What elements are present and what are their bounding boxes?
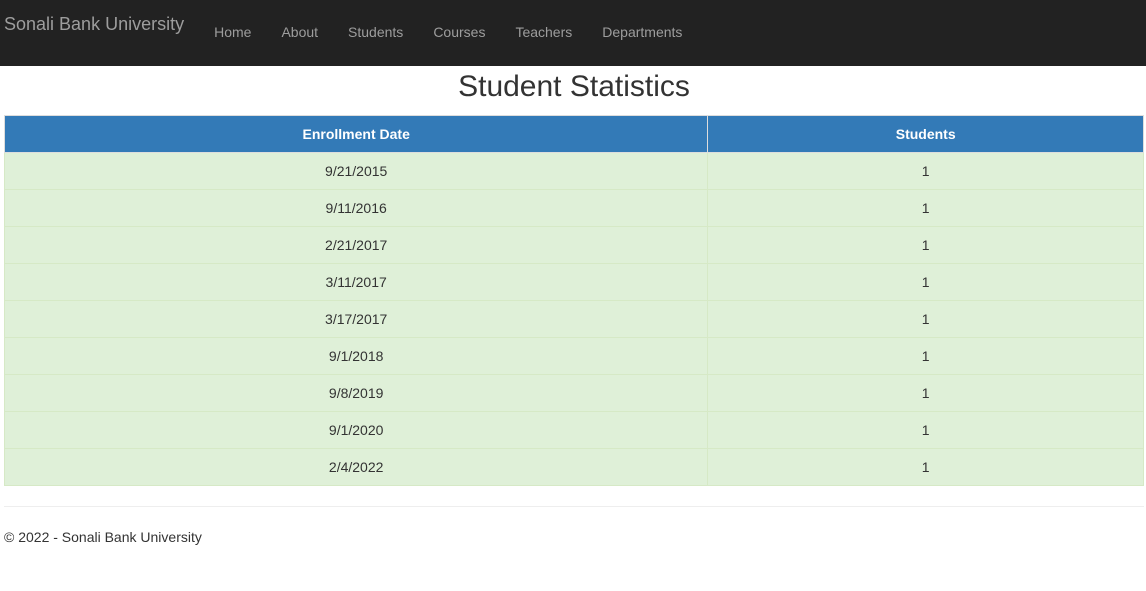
footer: © 2022 - Sonali Bank University xyxy=(4,529,1144,545)
students-count-cell: 1 xyxy=(707,189,1144,227)
footer-divider xyxy=(4,506,1144,507)
table-row: 3/17/2017 1 xyxy=(3,300,1144,338)
nav-item-courses[interactable]: Courses xyxy=(418,24,500,40)
table-row: 9/8/2019 1 xyxy=(3,374,1144,412)
nav-item-teachers[interactable]: Teachers xyxy=(500,24,587,40)
table-row: 9/21/2015 1 xyxy=(3,152,1144,190)
enrollment-date-cell: 3/11/2017 xyxy=(3,263,709,301)
table-header-row: Enrollment Date Students xyxy=(3,115,1144,153)
students-count-cell: 1 xyxy=(707,411,1144,449)
enrollment-date-cell: 3/17/2017 xyxy=(3,300,709,338)
students-count-cell: 1 xyxy=(707,374,1144,412)
nav-item-departments[interactable]: Departments xyxy=(587,24,697,40)
column-header-students: Students xyxy=(707,115,1144,153)
students-count-cell: 1 xyxy=(707,263,1144,301)
enrollment-date-cell: 2/4/2022 xyxy=(3,448,709,486)
main-content: Student Statistics Enrollment Date Stude… xyxy=(0,69,1146,545)
table-row: 3/11/2017 1 xyxy=(3,263,1144,301)
table-row: 9/1/2018 1 xyxy=(3,337,1144,375)
enrollment-date-cell: 9/8/2019 xyxy=(3,374,709,412)
table-row: 9/1/2020 1 xyxy=(3,411,1144,449)
enrollment-date-cell: 9/1/2018 xyxy=(3,337,709,375)
students-count-cell: 1 xyxy=(707,300,1144,338)
brand-link[interactable]: Sonali Bank University xyxy=(4,13,184,35)
students-count-cell: 1 xyxy=(707,337,1144,375)
table-row: 9/11/2016 1 xyxy=(3,189,1144,227)
enrollment-date-cell: 9/11/2016 xyxy=(3,189,709,227)
nav-menu: Home About Students Courses Teachers Dep… xyxy=(199,24,697,40)
nav-item-students[interactable]: Students xyxy=(333,24,418,40)
navbar: Sonali Bank University Home About Studen… xyxy=(0,0,1146,66)
footer-copyright: © 2022 - Sonali Bank University xyxy=(4,529,202,545)
enrollment-date-cell: 9/1/2020 xyxy=(3,411,709,449)
enrollment-date-cell: 9/21/2015 xyxy=(3,152,709,190)
nav-item-home[interactable]: Home xyxy=(199,24,266,40)
students-count-cell: 1 xyxy=(707,226,1144,264)
students-count-cell: 1 xyxy=(707,152,1144,190)
column-header-enrollment-date: Enrollment Date xyxy=(3,115,709,153)
page-title: Student Statistics xyxy=(458,70,690,103)
nav-item-about[interactable]: About xyxy=(266,24,333,40)
students-count-cell: 1 xyxy=(707,448,1144,486)
enrollment-date-cell: 2/21/2017 xyxy=(3,226,709,264)
table-row: 2/4/2022 1 xyxy=(3,448,1144,486)
statistics-table: Enrollment Date Students 9/21/2015 1 9/1… xyxy=(3,115,1144,486)
table-row: 2/21/2017 1 xyxy=(3,226,1144,264)
